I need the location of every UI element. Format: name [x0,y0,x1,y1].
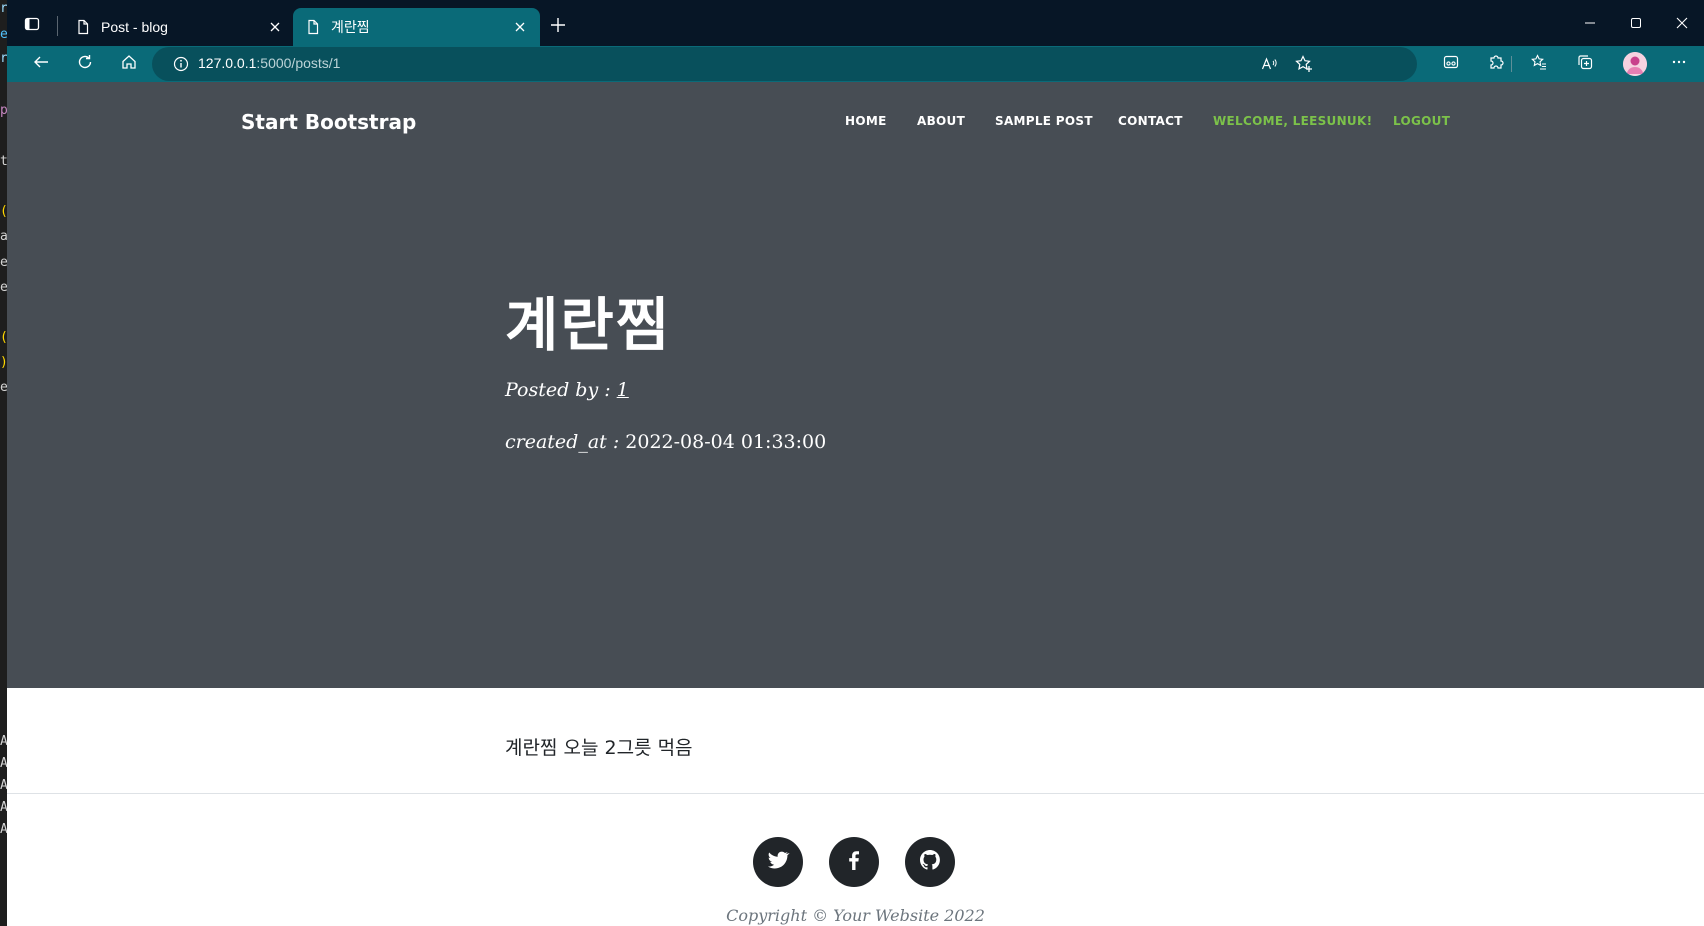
site-info-icon[interactable] [173,56,189,72]
nav-home[interactable]: HOME [845,114,887,128]
created-at-label: created_at : [505,431,626,453]
collections-button[interactable] [1569,48,1601,80]
puzzle-icon [1488,54,1504,74]
main-nav: HOME ABOUT SAMPLE POST CONTACT WELCOME, … [7,114,1704,138]
maximize-button[interactable] [1614,6,1658,40]
browser-window: Post - blog 계란찜 127.0.0.1:5000/posts/1 S… [7,0,1704,926]
address-bar[interactable]: 127.0.0.1:5000/posts/1 [152,47,1417,81]
back-button[interactable] [25,48,57,80]
tab-title: 계란찜 [331,19,370,35]
tab-active-post[interactable]: 계란찜 [293,8,540,46]
tab-actions-button[interactable] [16,10,48,42]
nav-welcome-user[interactable]: WELCOME, LEESUNUK! [1213,114,1372,128]
author-link[interactable]: 1 [617,379,629,401]
new-tab-button[interactable] [544,12,572,40]
tab-strip: Post - blog 계란찜 [7,0,1704,46]
posted-by-label: Posted by : [505,379,617,401]
twitter-button[interactable] [753,837,803,887]
toolbar-separator [1511,56,1512,72]
more-icon [1671,54,1687,74]
masthead: Start Bootstrap HOME ABOUT SAMPLE POST C… [7,82,1704,688]
plus-icon [551,17,565,36]
background-editor-strip: r e r p t ( a e e ( ) e A A A A A [0,0,7,926]
browser-toolbar: 127.0.0.1:5000/posts/1 [7,46,1704,82]
nav-contact[interactable]: CONTACT [1118,114,1183,128]
url-path: :5000/posts/1 [256,55,341,71]
tab-divider [57,16,58,36]
read-aloud-icon[interactable] [1261,56,1277,72]
github-button[interactable] [905,837,955,887]
facebook-button[interactable] [829,837,879,887]
close-icon[interactable] [267,19,283,35]
url-text: 127.0.0.1:5000/posts/1 [198,55,340,71]
collections-icon [1577,54,1593,74]
url-host: 127.0.0.1 [198,55,257,71]
home-icon [121,54,137,74]
refresh-icon [77,54,93,74]
post-body: 계란찜 오늘 2그릇 먹음 [505,737,693,759]
page-viewport: Start Bootstrap HOME ABOUT SAMPLE POST C… [7,82,1704,926]
twitter-icon [766,848,790,876]
add-favorite-icon[interactable] [1295,55,1313,73]
tab-title: Post - blog [101,19,168,35]
minimize-button[interactable] [1568,6,1612,40]
favorites-button[interactable] [1523,48,1555,80]
page-icon [75,19,91,35]
refresh-button[interactable] [69,48,101,80]
page-icon [305,19,321,35]
media-button[interactable] [1435,48,1467,80]
media-icon [1443,54,1459,74]
tab-post-blog[interactable]: Post - blog [63,8,295,46]
github-icon [918,848,942,876]
window-close-button[interactable] [1660,6,1704,40]
home-button[interactable] [113,48,145,80]
content-divider [7,793,1704,794]
nav-logout[interactable]: LOGOUT [1393,114,1450,128]
favorites-list-icon [1531,54,1547,74]
copyright-text: Copyright © Your Website 2022 [726,906,985,925]
post-title: 계란찜 [505,291,672,359]
profile-avatar[interactable] [1623,52,1647,76]
tab-actions-icon [24,16,40,36]
post-author-meta: Posted by : 1 [505,379,629,401]
nav-about[interactable]: ABOUT [917,114,965,128]
back-arrow-icon [33,54,49,74]
minimize-icon [1584,14,1596,33]
extensions-button[interactable] [1480,48,1512,80]
created-at-value: 2022-08-04 01:33:00 [625,431,827,453]
close-icon[interactable] [512,19,528,35]
nav-sample-post[interactable]: SAMPLE POST [995,114,1093,128]
facebook-icon [842,848,866,876]
settings-menu-button[interactable] [1663,48,1695,80]
close-icon [1676,14,1688,33]
post-date-meta: created_at : 2022-08-04 01:33:00 [505,431,826,453]
maximize-icon [1630,14,1642,33]
